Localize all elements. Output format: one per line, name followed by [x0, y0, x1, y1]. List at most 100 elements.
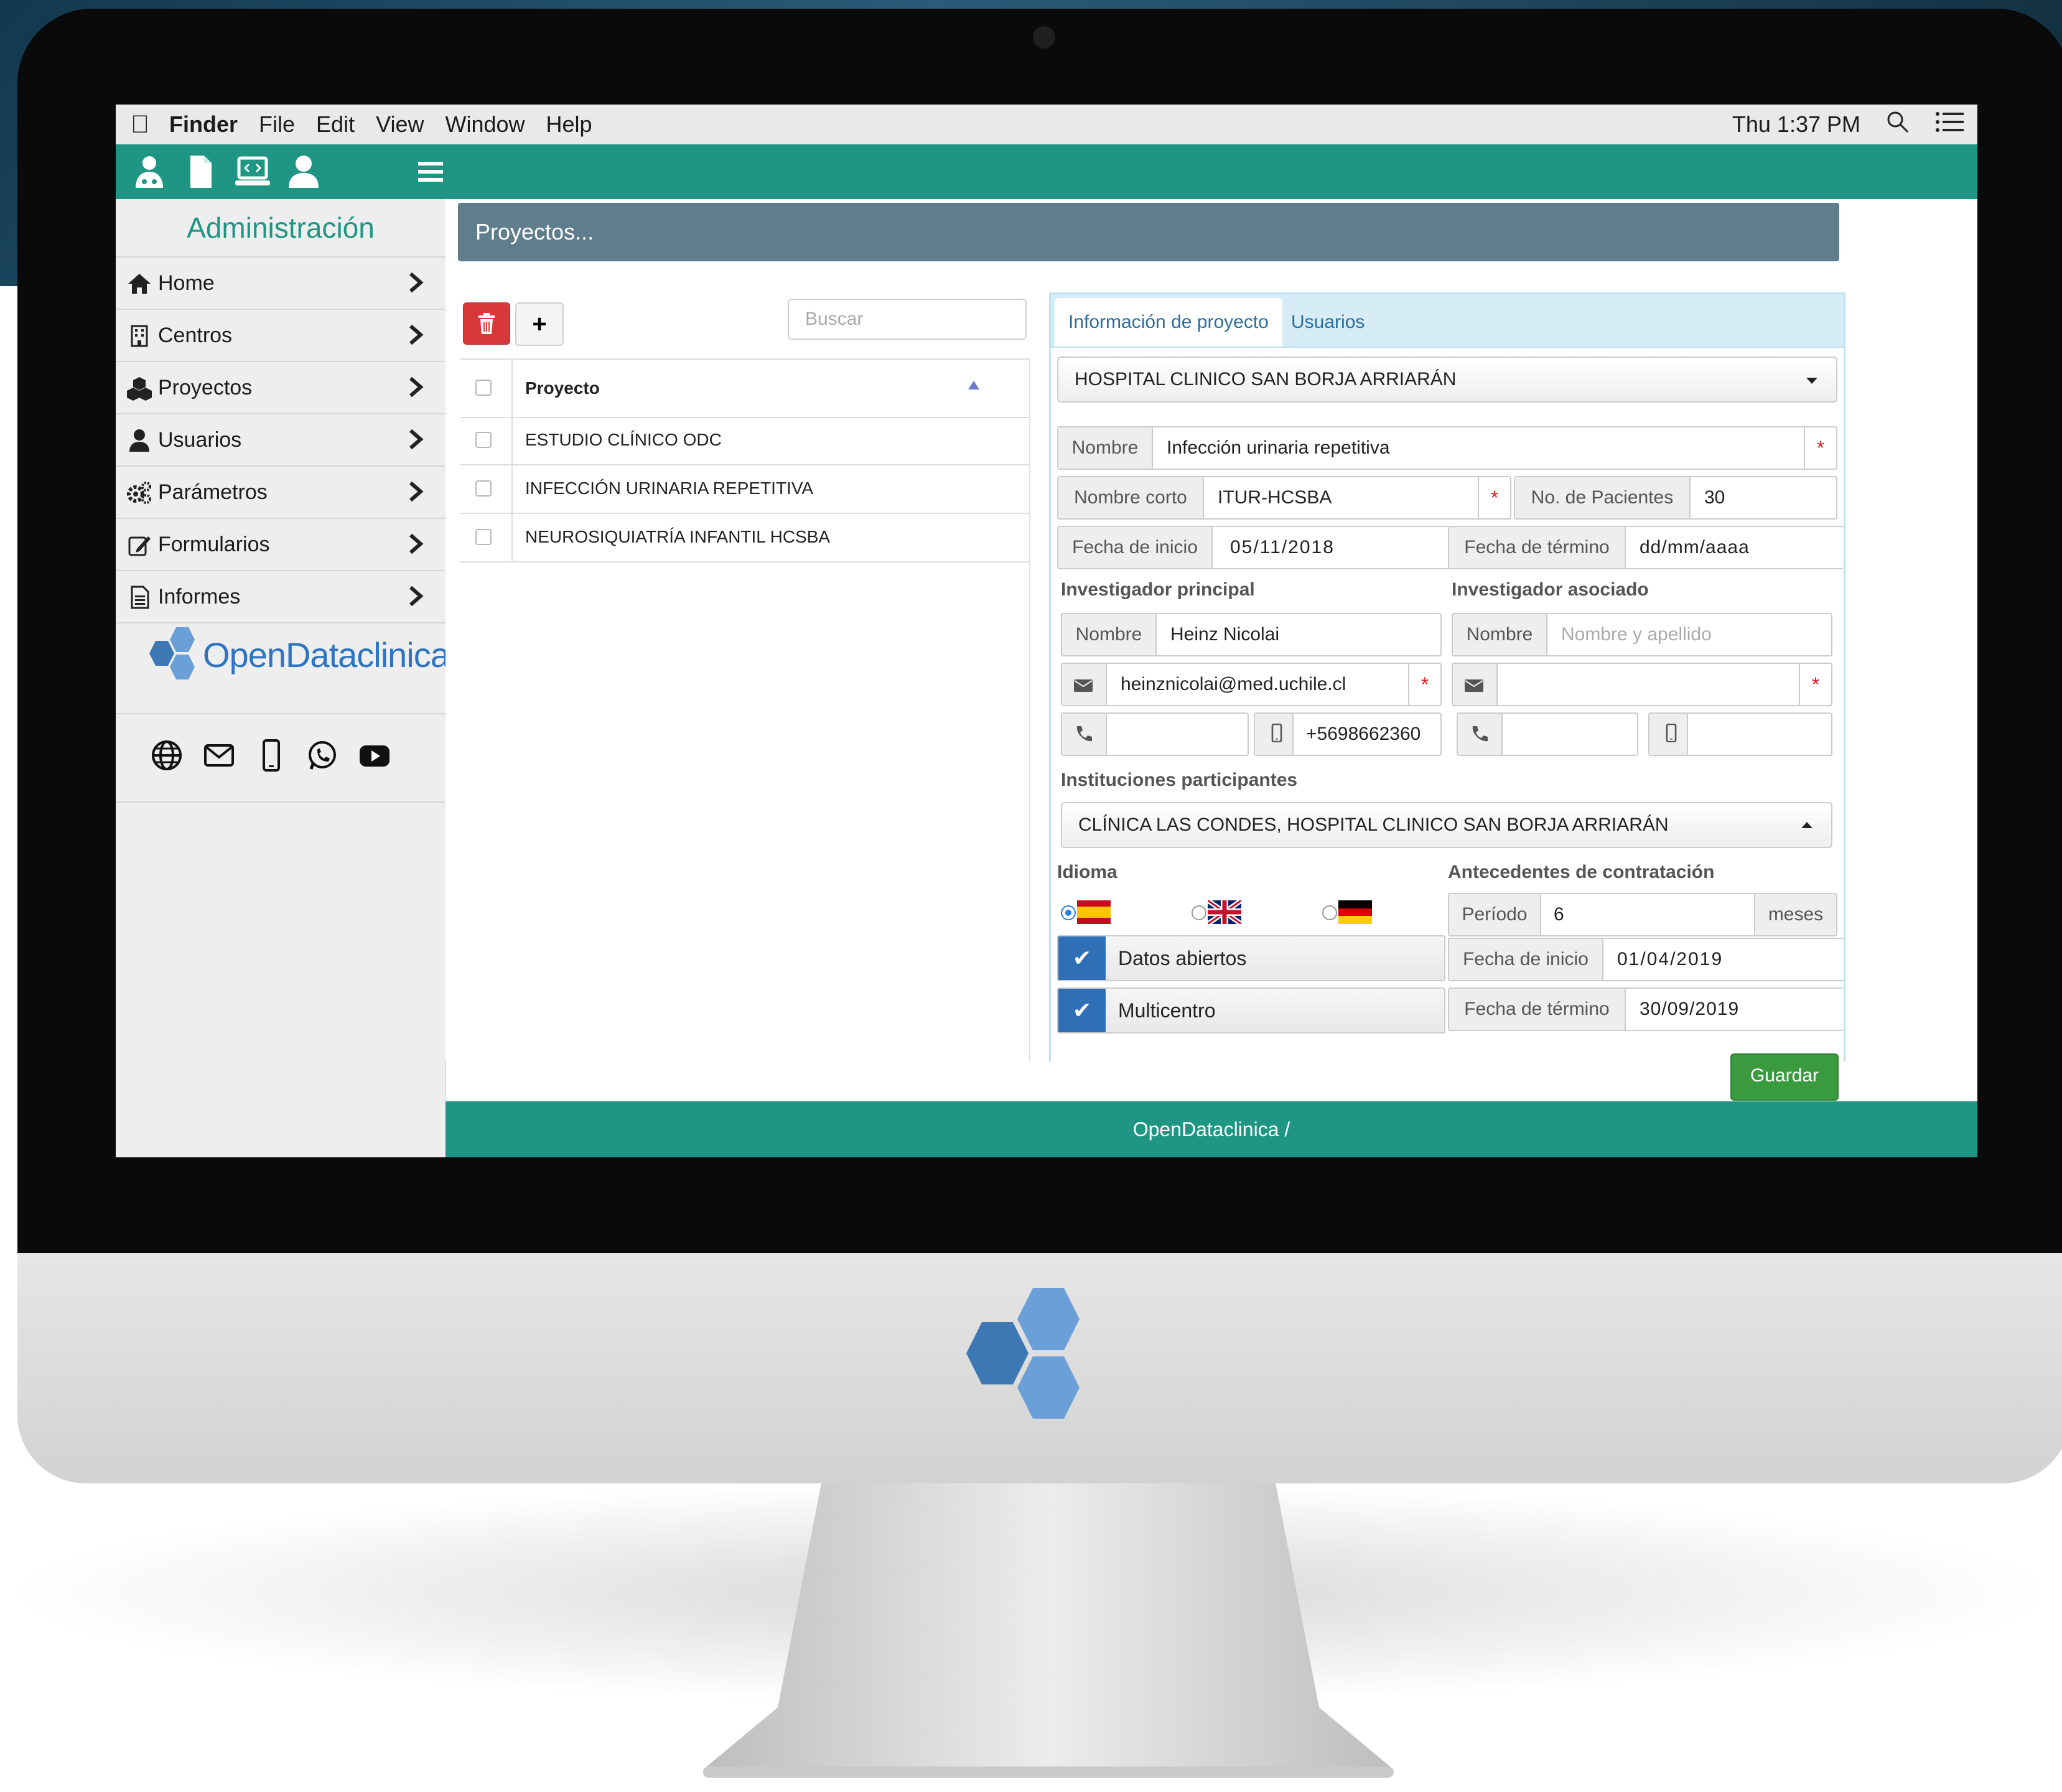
field-label: Nombre [1058, 427, 1153, 469]
period-field[interactable]: Período 6 meses [1448, 893, 1837, 936]
chevron-right-icon [409, 376, 424, 398]
sidebar-item-formularios[interactable]: Formularios [116, 519, 446, 571]
short-name-field[interactable]: Nombre corto ITUR-HCSBA * [1057, 476, 1511, 520]
chevron-right-icon [409, 586, 424, 607]
center-select[interactable]: HOSPITAL CLINICO SAN BORJA ARRIARÁN [1057, 357, 1837, 403]
logo-text: OpenDataclinica [203, 635, 450, 674]
field-label: Nombre corto [1058, 477, 1204, 518]
pi-phone-field[interactable] [1061, 712, 1249, 756]
sidebar-item-parametros[interactable]: Parámetros [116, 467, 446, 519]
field-value[interactable]: ITUR-HCSBA [1218, 477, 1332, 518]
row-checkbox[interactable] [475, 432, 492, 448]
user-icon[interactable] [285, 153, 322, 190]
document-icon[interactable] [182, 153, 219, 190]
menu-window[interactable]: Window [445, 111, 525, 138]
monitor-stand [703, 1483, 1394, 1778]
ai-phone-field[interactable] [1457, 712, 1638, 756]
row-checkbox[interactable] [475, 480, 492, 497]
ai-mobile-field[interactable] [1648, 712, 1832, 756]
field-value[interactable]: +5698662360 [1306, 714, 1421, 755]
sort-asc-icon[interactable] [968, 381, 979, 390]
row-checkbox[interactable] [475, 529, 492, 545]
language-radio-de[interactable] [1322, 905, 1337, 920]
field-value[interactable]: 01/04/2019 [1617, 939, 1723, 980]
field-value[interactable]: heinznicolai@med.uchile.cl [1121, 664, 1346, 705]
tab-usuarios[interactable]: Usuarios [1277, 298, 1378, 347]
hamburger-menu-icon[interactable] [412, 153, 449, 190]
building-icon [131, 325, 148, 347]
divider [116, 801, 446, 803]
globe-icon[interactable] [151, 739, 183, 772]
ai-email-field[interactable]: * [1452, 663, 1832, 706]
delete-button[interactable] [463, 302, 510, 345]
start-date-field[interactable]: Fecha de inicio 05/11/2018 [1057, 526, 1449, 569]
pi-email-field[interactable]: heinznicolai@med.uchile.cl * [1061, 663, 1442, 706]
screen:  Finder File Edit View Window Help Thu … [116, 105, 1977, 1157]
sidebar-item-usuarios[interactable]: Usuarios [116, 414, 446, 467]
field-value[interactable]: 05/11/2018 [1230, 527, 1335, 568]
add-project-button[interactable]: + [515, 302, 564, 346]
save-button[interactable]: Guardar [1730, 1053, 1839, 1101]
field-value[interactable]: 30 [1704, 477, 1725, 518]
column-divider [511, 416, 513, 464]
select-all-checkbox[interactable] [475, 380, 492, 396]
sidebar-item-centros[interactable]: Centros [116, 310, 446, 362]
menu-edit[interactable]: Edit [316, 111, 355, 138]
project-name: NEUROSIQUIATRÍA INFANTIL HCSBA [525, 527, 831, 546]
open-data-checkbox[interactable]: ✔ Datos abiertos [1057, 935, 1445, 981]
field-value[interactable]: Heinz Nicolai [1170, 614, 1279, 655]
laptop-code-icon[interactable] [234, 153, 271, 190]
pi-mobile-field[interactable]: +5698662360 [1254, 712, 1442, 756]
search-input[interactable]: Buscar [788, 299, 1027, 340]
apple-icon[interactable]:  [131, 111, 166, 139]
sidebar-item-label: Formularios [158, 533, 270, 556]
mobile-icon[interactable] [255, 739, 287, 772]
table-row[interactable]: ESTUDIO CLÍNICO ODC [460, 416, 1029, 465]
field-value[interactable]: dd/mm/aaaa [1640, 527, 1750, 568]
multicenter-checkbox[interactable]: ✔ Multicentro [1057, 987, 1445, 1034]
project-name-field[interactable]: Nombre Infección urinaria repetitiva * [1057, 426, 1837, 470]
language-radio-es[interactable] [1061, 905, 1076, 920]
field-placeholder[interactable]: Nombre y apellido [1561, 614, 1712, 655]
field-value[interactable]: 30/09/2019 [1640, 989, 1739, 1030]
menu-finder[interactable]: Finder [169, 111, 238, 138]
clock[interactable]: Thu 1:37 PM [1732, 111, 1860, 138]
mail-icon[interactable] [203, 739, 235, 772]
mobile-icon [1271, 724, 1282, 742]
form-tabs: Información de proyecto Usuarios [1051, 294, 1844, 348]
institutions-select[interactable]: CLÍNICA LAS CONDES, HOSPITAL CLINICO SAN… [1061, 802, 1832, 848]
pi-name-field[interactable]: Nombre Heinz Nicolai [1061, 613, 1442, 656]
user-md-icon[interactable] [131, 153, 168, 190]
menu-view[interactable]: View [376, 111, 424, 138]
whatsapp-icon[interactable] [306, 739, 338, 772]
table-row[interactable]: INFECCIÓN URINARIA REPETITIVA [460, 464, 1029, 514]
field-value[interactable]: Infección urinaria repetitiva [1167, 427, 1390, 469]
youtube-icon[interactable] [358, 739, 391, 772]
contract-start-date-field[interactable]: Fecha de inicio 01/04/2019 [1448, 938, 1844, 981]
trash-icon [478, 313, 495, 334]
ai-name-field[interactable]: Nombre Nombre y apellido [1452, 613, 1832, 656]
patients-count-field[interactable]: No. de Pacientes 30 [1514, 476, 1837, 520]
field-value[interactable]: 6 [1554, 894, 1564, 935]
chevron-right-icon [409, 533, 424, 554]
menu-help[interactable]: Help [546, 111, 592, 138]
end-date-field[interactable]: Fecha de término dd/mm/aaaa [1448, 526, 1844, 569]
cogs-icon [127, 482, 151, 504]
sidebar-item-label: Usuarios [158, 428, 242, 452]
spotlight-search-icon[interactable] [1885, 110, 1910, 140]
table-row[interactable]: NEUROSIQUIATRÍA INFANTIL HCSBA [460, 513, 1029, 562]
sidebar-item-proyectos[interactable]: Proyectos [116, 362, 446, 414]
tab-informacion-proyecto[interactable]: Información de proyecto [1055, 298, 1282, 347]
contract-end-date-field[interactable]: Fecha de término 30/09/2019 [1448, 987, 1844, 1031]
column-header-proyecto[interactable]: Proyecto [525, 360, 600, 417]
language-radio-en[interactable] [1192, 905, 1206, 920]
sidebar-item-home[interactable]: Home [116, 258, 446, 310]
chevron-right-icon [409, 324, 424, 345]
checkbox-label: Multicentro [1118, 999, 1216, 1022]
menu-file[interactable]: File [259, 111, 295, 138]
column-divider [511, 360, 513, 417]
notification-list-icon[interactable] [1935, 111, 1965, 139]
sidebar-item-informes[interactable]: Informes [116, 571, 446, 623]
contract-label: Antecedentes de contratación [1448, 862, 1715, 882]
main-content: Proyectos... + Buscar Proyecto ESTUDIO C… [446, 199, 1977, 1101]
